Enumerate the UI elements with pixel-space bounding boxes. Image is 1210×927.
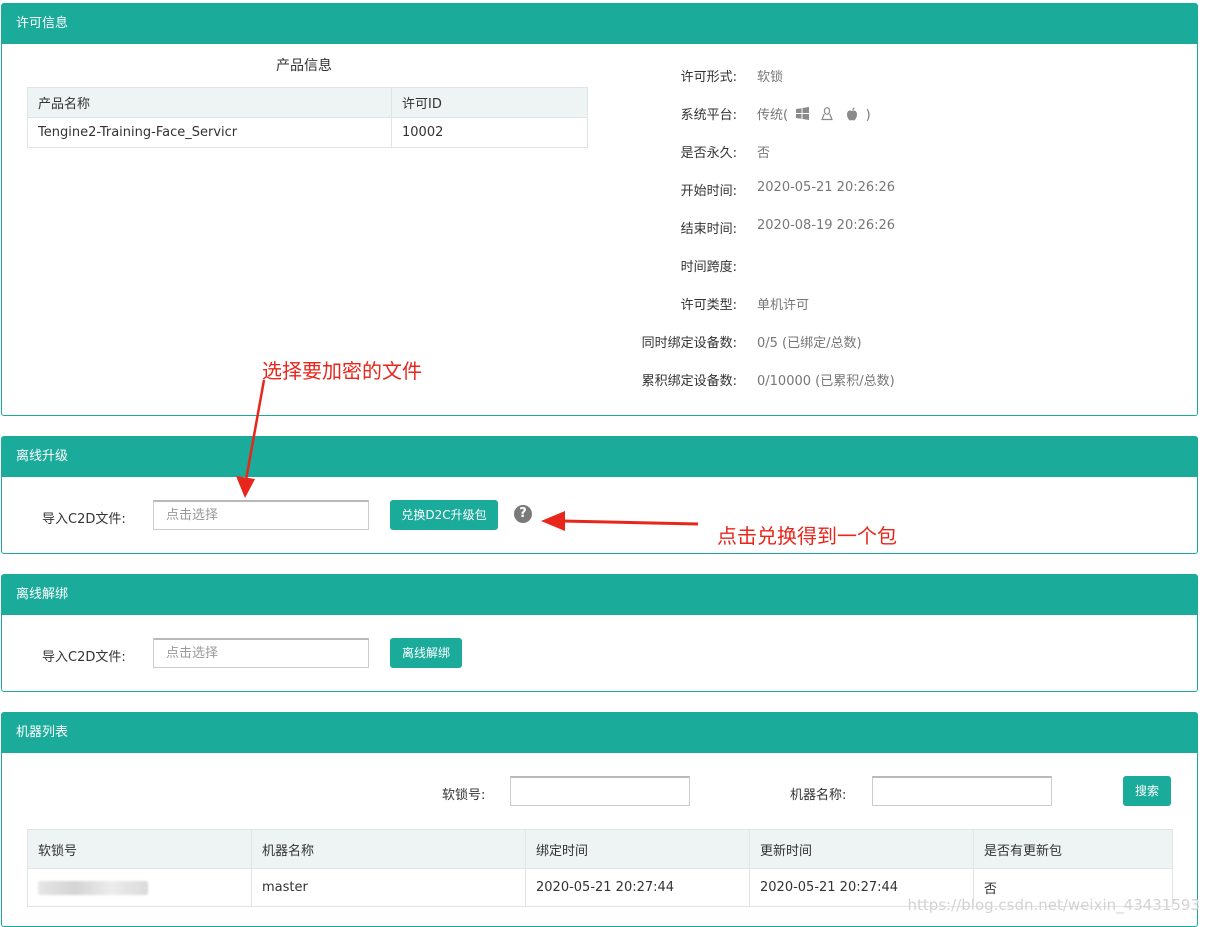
arrow-to-help (561, 519, 699, 526)
arrow-to-file-input (244, 379, 266, 481)
arrowhead-left (541, 511, 565, 531)
arrowhead-down (236, 476, 255, 498)
annotation-arrows (236, 379, 699, 531)
watermark: https://blog.csdn.net/weixin_43431593 (907, 896, 1200, 914)
